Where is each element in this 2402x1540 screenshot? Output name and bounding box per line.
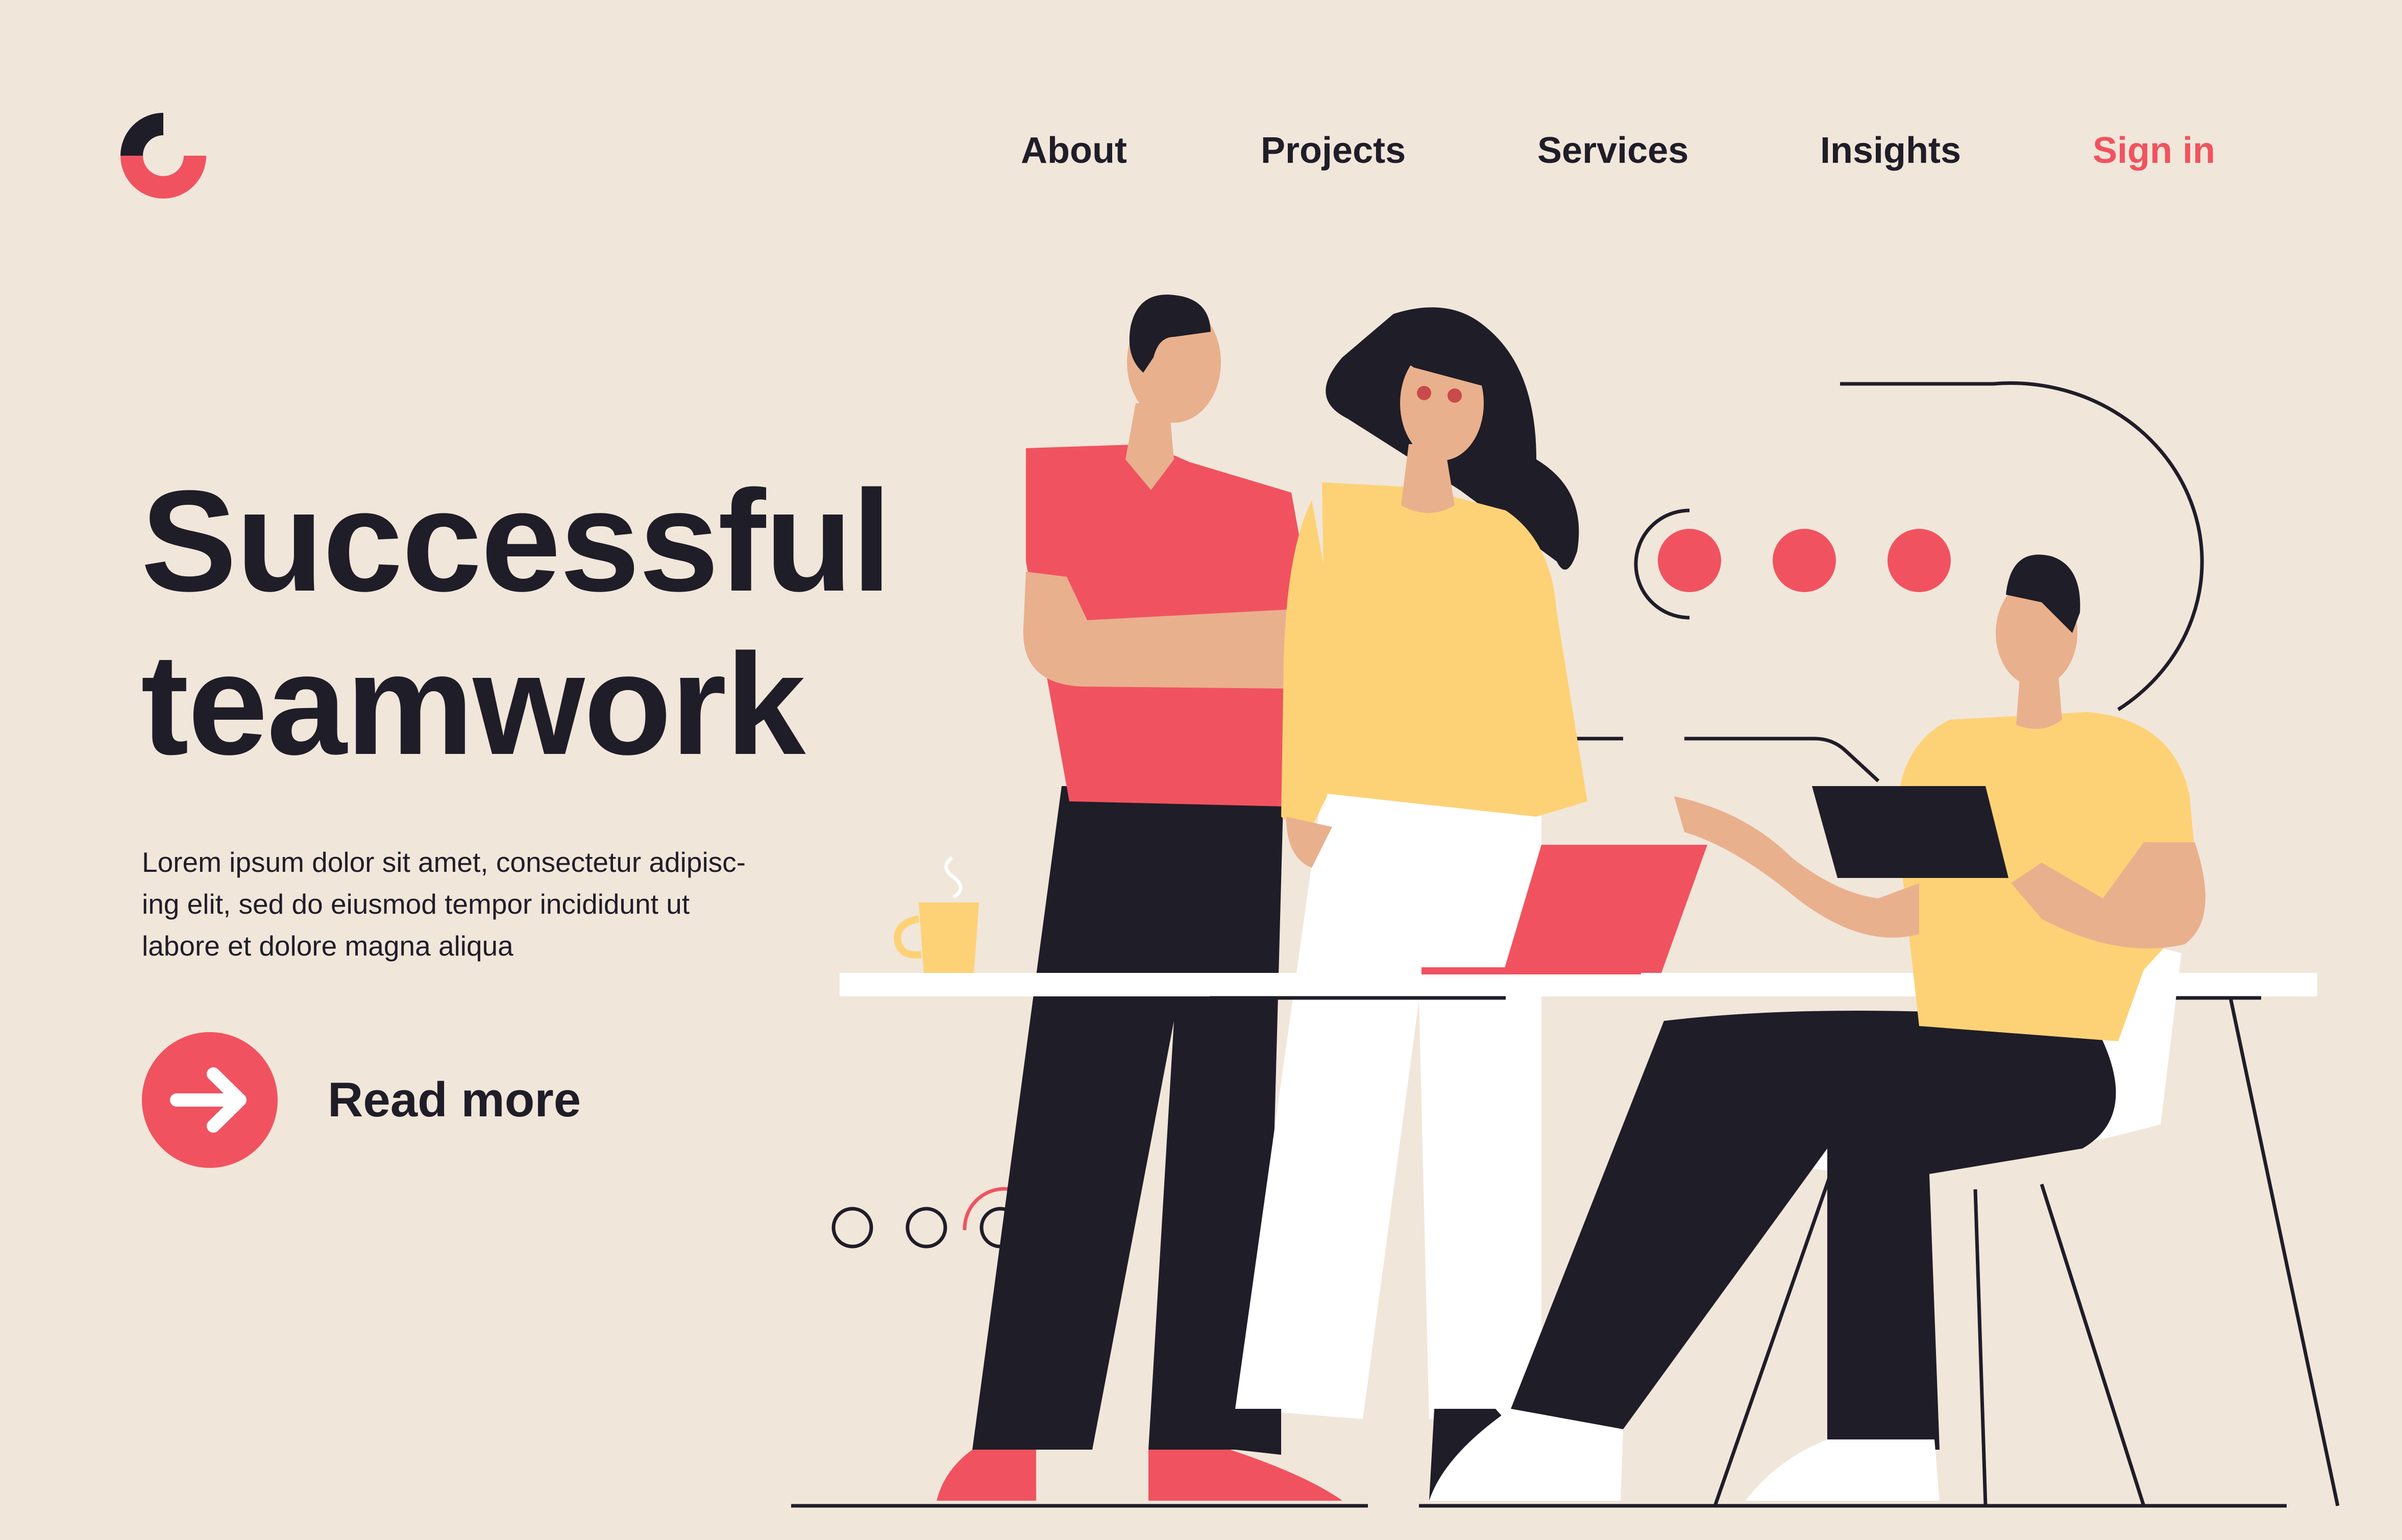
typing-dot — [1888, 529, 1951, 592]
typing-dot — [1658, 529, 1721, 592]
teamwork-illustration — [791, 295, 2340, 1508]
typing-dots — [1658, 529, 1951, 592]
typing-dot — [1773, 529, 1836, 592]
coffee-cup — [894, 856, 979, 974]
landing-page: About Projects Services Insights Sign in… — [0, 0, 2402, 1540]
